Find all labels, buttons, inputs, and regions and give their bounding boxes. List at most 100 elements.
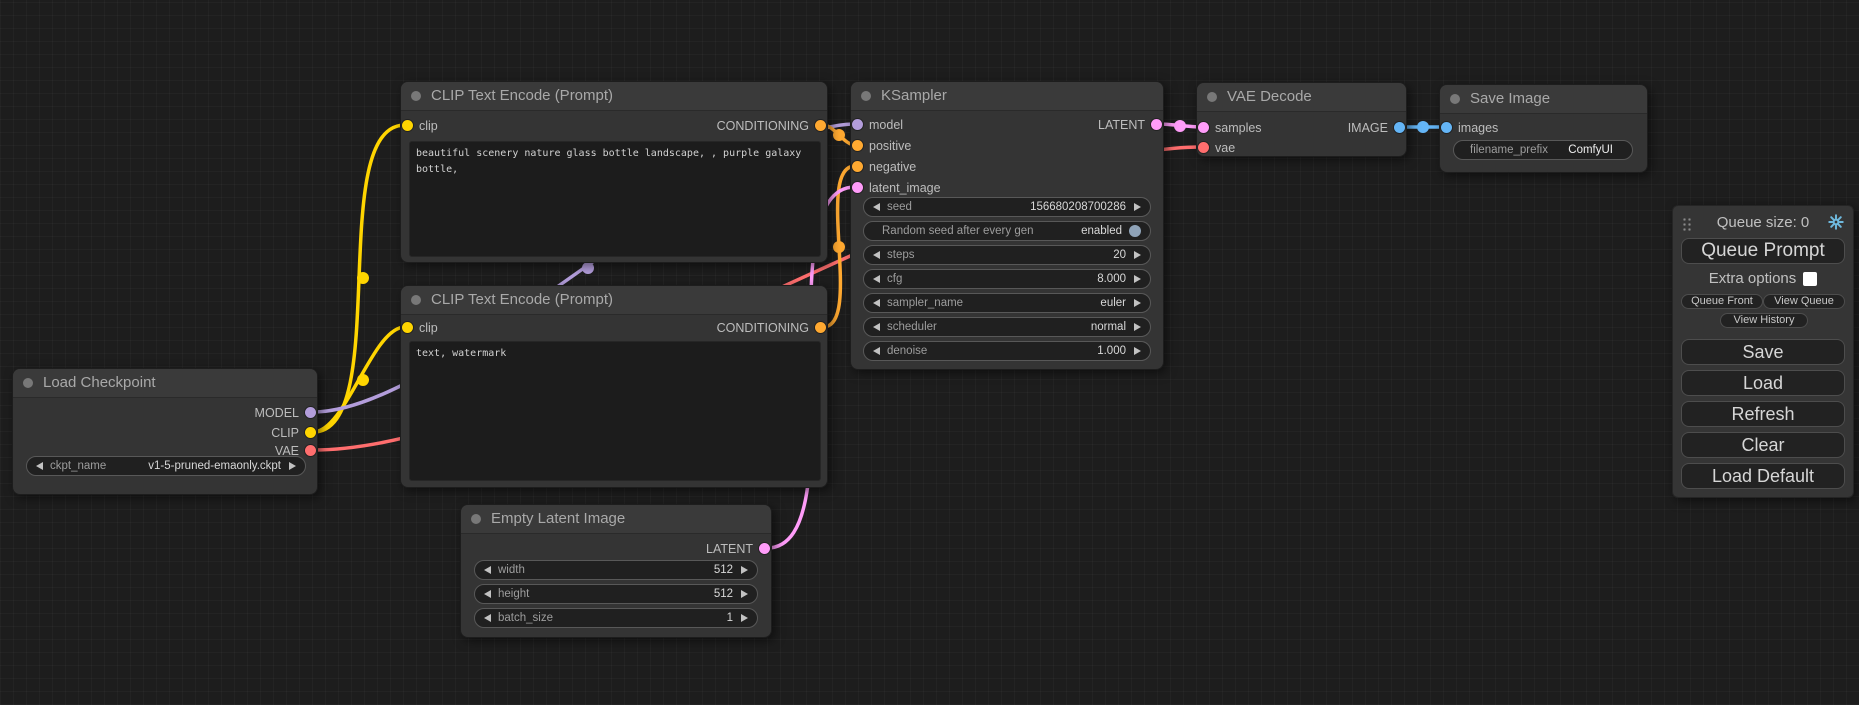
load-checkpoint-node[interactable]: Load Checkpoint MODEL CLIP VAE ckpt_name… — [12, 368, 318, 495]
decrement-arrow-icon[interactable] — [484, 590, 491, 598]
collapse-dot-icon[interactable] — [1450, 94, 1460, 104]
random-seed-toggle-icon[interactable] — [1129, 225, 1141, 237]
increment-arrow-icon[interactable] — [1134, 323, 1141, 331]
view-queue-button[interactable]: View Queue — [1763, 294, 1845, 309]
increment-arrow-icon[interactable] — [741, 566, 748, 574]
port-dot-negative-in[interactable] — [852, 161, 863, 172]
ckpt-name-widget[interactable]: ckpt_name v1-5-pruned-emaonly.ckpt — [26, 456, 306, 476]
filename-prefix-widget[interactable]: filename_prefix ComfyUI — [1453, 140, 1633, 160]
queue-size-label: Queue size: 0 — [1673, 214, 1853, 231]
extra-options-checkbox[interactable] — [1803, 272, 1817, 286]
port-dot-clip-in[interactable] — [402, 322, 413, 333]
increment-arrow-icon[interactable] — [1134, 347, 1141, 355]
collapse-dot-icon[interactable] — [861, 91, 871, 101]
input-port-samples: samples — [1197, 118, 1262, 138]
width-widget[interactable]: width 512 — [474, 560, 758, 580]
height-widget[interactable]: height 512 — [474, 584, 758, 604]
view-history-button[interactable]: View History — [1720, 313, 1808, 328]
collapse-dot-icon[interactable] — [471, 514, 481, 524]
empty-latent-image-node[interactable]: Empty Latent Image LATENT width 512 heig… — [460, 504, 772, 638]
port-dot-model-in[interactable] — [852, 119, 863, 130]
sampler-name-widget[interactable]: sampler_name euler — [863, 293, 1151, 313]
settings-gear-icon[interactable] — [1827, 213, 1845, 231]
queue-front-button[interactable]: Queue Front — [1681, 294, 1763, 309]
increment-arrow-icon[interactable] — [1134, 203, 1141, 211]
increment-arrow-icon[interactable] — [741, 590, 748, 598]
decrement-arrow-icon[interactable] — [873, 251, 880, 259]
increment-arrow-icon[interactable] — [289, 462, 296, 470]
node-title-bar[interactable]: CLIP Text Encode (Prompt) — [401, 286, 827, 315]
seed-widget[interactable]: seed 156680208700286 — [863, 197, 1151, 217]
decrement-arrow-icon[interactable] — [873, 203, 880, 211]
node-title-bar[interactable]: VAE Decode — [1197, 83, 1406, 112]
collapse-dot-icon[interactable] — [1207, 92, 1217, 102]
port-dot-samples-in[interactable] — [1198, 122, 1209, 133]
widget-value: 1 — [727, 612, 733, 624]
increment-arrow-icon[interactable] — [741, 614, 748, 622]
input-port-latent-image: latent_image — [851, 178, 941, 198]
port-dot-latent-out[interactable] — [1151, 119, 1162, 130]
denoise-widget[interactable]: denoise 1.000 — [863, 341, 1151, 361]
widget-label: height — [498, 588, 529, 600]
node-title-bar[interactable]: CLIP Text Encode (Prompt) — [401, 82, 827, 111]
load-default-button[interactable]: Load Default — [1681, 463, 1845, 489]
positive-prompt-input[interactable]: beautiful scenery nature glass bottle la… — [409, 141, 821, 257]
increment-arrow-icon[interactable] — [1134, 299, 1141, 307]
decrement-arrow-icon[interactable] — [484, 566, 491, 574]
port-dot-conditioning-out[interactable] — [815, 120, 826, 131]
widget-label: batch_size — [498, 612, 553, 624]
node-title: CLIP Text Encode (Prompt) — [431, 291, 613, 308]
random-seed-widget[interactable]: Random seed after every gen enabled — [863, 221, 1151, 241]
node-title: CLIP Text Encode (Prompt) — [431, 87, 613, 104]
output-port-conditioning: CONDITIONING — [649, 318, 827, 338]
batch-size-widget[interactable]: batch_size 1 — [474, 608, 758, 628]
widget-label: filename_prefix — [1470, 144, 1548, 156]
port-dot-latent-out[interactable] — [759, 543, 770, 554]
decrement-arrow-icon[interactable] — [484, 614, 491, 622]
increment-arrow-icon[interactable] — [1134, 251, 1141, 259]
clear-button[interactable]: Clear — [1681, 432, 1845, 458]
queue-prompt-button[interactable]: Queue Prompt — [1681, 238, 1845, 264]
negative-prompt-input[interactable]: text, watermark — [409, 341, 821, 481]
node-title-bar[interactable]: KSampler — [851, 82, 1163, 111]
decrement-arrow-icon[interactable] — [36, 462, 43, 470]
increment-arrow-icon[interactable] — [1134, 275, 1141, 283]
clip-text-encode-positive-node[interactable]: CLIP Text Encode (Prompt) clip CONDITION… — [400, 81, 828, 263]
ksampler-node[interactable]: KSampler model positive negative latent_… — [850, 81, 1164, 370]
decrement-arrow-icon[interactable] — [873, 275, 880, 283]
port-dot-model[interactable] — [305, 407, 316, 418]
port-dot-clip[interactable] — [305, 427, 316, 438]
load-button[interactable]: Load — [1681, 370, 1845, 396]
decrement-arrow-icon[interactable] — [873, 323, 880, 331]
widget-value: 156680208700286 — [1030, 201, 1126, 213]
node-title-bar[interactable]: Load Checkpoint — [13, 369, 317, 398]
widget-value: euler — [1100, 297, 1126, 309]
node-graph-canvas[interactable]: Load Checkpoint MODEL CLIP VAE ckpt_name… — [0, 0, 1859, 705]
input-port-clip: clip — [401, 318, 438, 338]
port-dot-vae-in[interactable] — [1198, 142, 1209, 153]
queue-panel[interactable]: Queue size: 0 Queue Prompt Extra options… — [1672, 205, 1854, 498]
collapse-dot-icon[interactable] — [23, 378, 33, 388]
port-dot-clip-in[interactable] — [402, 120, 413, 131]
scheduler-widget[interactable]: scheduler normal — [863, 317, 1151, 337]
node-title-bar[interactable]: Save Image — [1440, 85, 1647, 114]
widget-value: enabled — [1081, 225, 1122, 237]
vae-decode-node[interactable]: VAE Decode samples vae IMAGE — [1196, 82, 1407, 157]
port-dot-vae[interactable] — [305, 445, 316, 456]
port-dot-images-in[interactable] — [1441, 122, 1452, 133]
collapse-dot-icon[interactable] — [411, 295, 421, 305]
collapse-dot-icon[interactable] — [411, 91, 421, 101]
save-image-node[interactable]: Save Image images filename_prefix ComfyU… — [1439, 84, 1648, 173]
save-button[interactable]: Save — [1681, 339, 1845, 365]
port-dot-latent-in[interactable] — [852, 182, 863, 193]
port-dot-conditioning-out[interactable] — [815, 322, 826, 333]
decrement-arrow-icon[interactable] — [873, 299, 880, 307]
node-title-bar[interactable]: Empty Latent Image — [461, 505, 771, 534]
port-dot-positive-in[interactable] — [852, 140, 863, 151]
decrement-arrow-icon[interactable] — [873, 347, 880, 355]
clip-text-encode-negative-node[interactable]: CLIP Text Encode (Prompt) clip CONDITION… — [400, 285, 828, 488]
refresh-button[interactable]: Refresh — [1681, 401, 1845, 427]
port-dot-image-out[interactable] — [1394, 122, 1405, 133]
cfg-widget[interactable]: cfg 8.000 — [863, 269, 1151, 289]
steps-widget[interactable]: steps 20 — [863, 245, 1151, 265]
